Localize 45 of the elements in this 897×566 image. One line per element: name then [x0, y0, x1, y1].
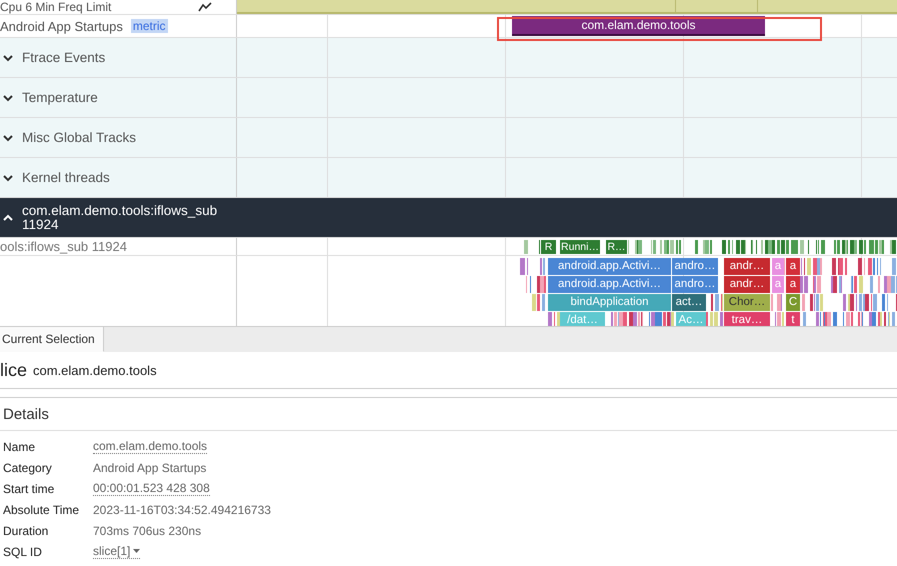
thread-state-slice[interactable]: R… — [606, 240, 627, 254]
trace-slice[interactable]: a — [786, 258, 800, 275]
detail-label: Start time — [3, 482, 56, 496]
section-title: Details — [0, 397, 897, 431]
selection-name: com.elam.demo.tools — [33, 362, 157, 378]
detail-value: 2023-11-16T03:34:52.494216733 — [93, 502, 271, 516]
trace-slice[interactable]: andr… — [724, 276, 770, 293]
detail-label: Name — [3, 440, 36, 454]
trace-slice[interactable]: andro… — [672, 276, 718, 293]
detail-link[interactable]: com.elam.demo.tools — [93, 440, 208, 454]
trace-slice[interactable]: andro… — [672, 258, 718, 275]
detail-value: Android App Startups — [93, 460, 208, 474]
detail-value: 703ms 706us 230ns — [93, 524, 202, 538]
track-title: Kernel threads — [22, 170, 110, 185]
trace-slice[interactable]: t — [786, 312, 800, 326]
track-title: com.elam.demo.tools:iflows_sub 11924 — [22, 204, 218, 232]
thread-state-slice[interactable]: R — [541, 240, 556, 254]
trace-slice[interactable]: a — [786, 276, 800, 293]
trace-slice[interactable]: bindApplication — [548, 294, 671, 311]
trace-slice[interactable]: C — [786, 294, 800, 311]
thread-state-slice[interactable]: Runni… — [560, 240, 600, 254]
detail-label: SQL ID — [3, 544, 43, 558]
track-title: Cpu 6 Min Freq Limit — [0, 1, 112, 14]
track-title: Misc Global Tracks — [22, 130, 136, 145]
trace-slice[interactable]: android.app.Activi… — [548, 276, 671, 293]
track-title: Android App Startups — [0, 18, 123, 34]
panel-tab[interactable]: Current Selection — [0, 327, 104, 352]
caret-down-icon[interactable] — [133, 549, 140, 553]
trace-slice[interactable]: act… — [672, 294, 706, 311]
detail-label: Duration — [3, 524, 50, 538]
detail-menu[interactable]: slice[1] — [93, 544, 140, 558]
trace-slice[interactable]: Chor… — [724, 294, 770, 311]
trace-slice[interactable]: android.app.Activi… — [548, 258, 671, 275]
detail-link[interactable]: 00:00:01.523 428 308 — [93, 482, 210, 496]
app-startup-slice[interactable]: com.elam.demo.tools — [512, 16, 765, 36]
line-chart-icon[interactable] — [198, 2, 212, 12]
track-title: Temperature — [22, 90, 98, 105]
detail-label: Absolute Time — [3, 502, 80, 516]
detail-label: Category — [3, 460, 53, 474]
trace-slice[interactable]: andr… — [724, 258, 770, 275]
track-title: ools:iflows_sub 11924 — [0, 239, 127, 254]
metric-tag: metric — [130, 19, 168, 33]
selection-kind: lice — [0, 360, 28, 380]
trace-slice[interactable]: trav… — [724, 312, 770, 326]
track-title: Ftrace Events — [22, 50, 106, 65]
